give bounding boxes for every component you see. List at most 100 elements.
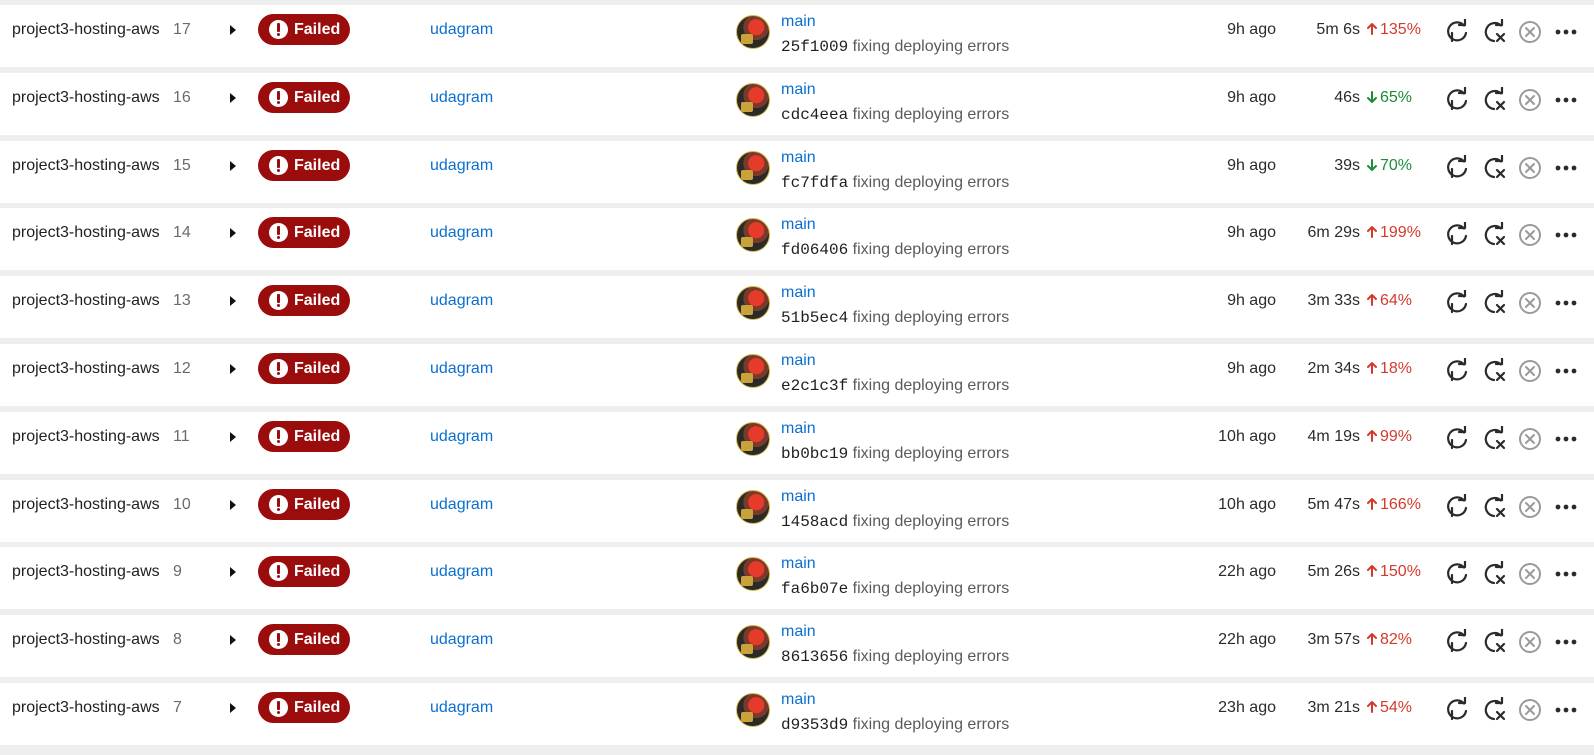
workflow-link[interactable]: udagram (430, 208, 493, 258)
workflow-link[interactable]: udagram (430, 480, 493, 530)
workflow-link[interactable]: udagram (430, 5, 493, 55)
more-icon[interactable] (1553, 561, 1579, 587)
caret-right-icon[interactable] (228, 701, 238, 715)
caret-right-icon[interactable] (228, 23, 238, 37)
pipeline-row[interactable]: project3-hosting-aws 12 Failed udagram m… (0, 344, 1594, 406)
commit-hash[interactable]: 1458acd (781, 513, 848, 531)
workflow-link[interactable]: udagram (430, 141, 493, 191)
commit-hash[interactable]: bb0bc19 (781, 445, 848, 463)
rerun-icon[interactable] (1444, 629, 1470, 655)
project-name[interactable]: project3-hosting-aws (12, 73, 160, 135)
status-badge[interactable]: Failed (258, 624, 350, 655)
caret-right-icon[interactable] (228, 226, 238, 240)
caret-right-icon[interactable] (228, 498, 238, 512)
project-name[interactable]: project3-hosting-aws (12, 683, 160, 745)
branch-link[interactable]: main (781, 81, 816, 99)
rerun-icon[interactable] (1444, 358, 1470, 384)
cancel-icon[interactable] (1517, 87, 1543, 113)
more-icon[interactable] (1553, 494, 1579, 520)
more-icon[interactable] (1553, 629, 1579, 655)
more-icon[interactable] (1553, 19, 1579, 45)
pipeline-row[interactable]: project3-hosting-aws 17 Failed udagram m… (0, 5, 1594, 67)
branch-link[interactable]: main (781, 420, 816, 438)
rerun-failed-icon[interactable] (1481, 697, 1507, 723)
rerun-failed-icon[interactable] (1481, 19, 1507, 45)
workflow-link[interactable]: udagram (430, 412, 493, 462)
project-name[interactable]: project3-hosting-aws (12, 276, 160, 338)
status-badge[interactable]: Failed (258, 14, 350, 45)
more-icon[interactable] (1553, 358, 1579, 384)
pipeline-row[interactable]: project3-hosting-aws 9 Failed udagram ma… (0, 547, 1594, 609)
rerun-failed-icon[interactable] (1481, 561, 1507, 587)
commit-hash[interactable]: e2c1c3f (781, 377, 848, 395)
rerun-icon[interactable] (1444, 19, 1470, 45)
rerun-icon[interactable] (1444, 222, 1470, 248)
caret-right-icon[interactable] (228, 362, 238, 376)
caret-right-icon[interactable] (228, 633, 238, 647)
cancel-icon[interactable] (1517, 19, 1543, 45)
more-icon[interactable] (1553, 87, 1579, 113)
commit-hash[interactable]: fa6b07e (781, 580, 848, 598)
commit-hash[interactable]: d9353d9 (781, 716, 848, 734)
status-badge[interactable]: Failed (258, 82, 350, 113)
pipeline-row[interactable]: project3-hosting-aws 11 Failed udagram m… (0, 412, 1594, 474)
cancel-icon[interactable] (1517, 561, 1543, 587)
branch-link[interactable]: main (781, 284, 816, 302)
branch-link[interactable]: main (781, 623, 816, 641)
workflow-link[interactable]: udagram (430, 683, 493, 733)
branch-link[interactable]: main (781, 13, 816, 31)
caret-right-icon[interactable] (228, 565, 238, 579)
branch-link[interactable]: main (781, 691, 816, 709)
cancel-icon[interactable] (1517, 222, 1543, 248)
cancel-icon[interactable] (1517, 426, 1543, 452)
rerun-failed-icon[interactable] (1481, 358, 1507, 384)
project-name[interactable]: project3-hosting-aws (12, 344, 160, 406)
more-icon[interactable] (1553, 222, 1579, 248)
rerun-failed-icon[interactable] (1481, 155, 1507, 181)
workflow-link[interactable]: udagram (430, 276, 493, 326)
cancel-icon[interactable] (1517, 358, 1543, 384)
commit-hash[interactable]: fd06406 (781, 241, 848, 259)
rerun-icon[interactable] (1444, 290, 1470, 316)
status-badge[interactable]: Failed (258, 217, 350, 248)
commit-hash[interactable]: 25f1009 (781, 38, 848, 56)
caret-right-icon[interactable] (228, 159, 238, 173)
caret-right-icon[interactable] (228, 91, 238, 105)
cancel-icon[interactable] (1517, 494, 1543, 520)
rerun-icon[interactable] (1444, 155, 1470, 181)
project-name[interactable]: project3-hosting-aws (12, 615, 160, 677)
rerun-failed-icon[interactable] (1481, 426, 1507, 452)
caret-right-icon[interactable] (228, 294, 238, 308)
project-name[interactable]: project3-hosting-aws (12, 141, 160, 203)
pipeline-row[interactable]: project3-hosting-aws 13 Failed udagram m… (0, 276, 1594, 338)
workflow-link[interactable]: udagram (430, 547, 493, 597)
branch-link[interactable]: main (781, 216, 816, 234)
caret-right-icon[interactable] (228, 430, 238, 444)
status-badge[interactable]: Failed (258, 421, 350, 452)
rerun-failed-icon[interactable] (1481, 629, 1507, 655)
status-badge[interactable]: Failed (258, 353, 350, 384)
status-badge[interactable]: Failed (258, 285, 350, 316)
status-badge[interactable]: Failed (258, 692, 350, 723)
pipeline-row[interactable]: project3-hosting-aws 15 Failed udagram m… (0, 141, 1594, 203)
status-badge[interactable]: Failed (258, 150, 350, 181)
rerun-failed-icon[interactable] (1481, 290, 1507, 316)
more-icon[interactable] (1553, 155, 1579, 181)
rerun-failed-icon[interactable] (1481, 494, 1507, 520)
rerun-icon[interactable] (1444, 697, 1470, 723)
commit-hash[interactable]: 51b5ec4 (781, 309, 848, 327)
project-name[interactable]: project3-hosting-aws (12, 480, 160, 542)
pipeline-row[interactable]: project3-hosting-aws 7 Failed udagram ma… (0, 683, 1594, 745)
branch-link[interactable]: main (781, 352, 816, 370)
cancel-icon[interactable] (1517, 290, 1543, 316)
status-badge[interactable]: Failed (258, 556, 350, 587)
branch-link[interactable]: main (781, 488, 816, 506)
commit-hash[interactable]: cdc4eea (781, 106, 848, 124)
rerun-failed-icon[interactable] (1481, 87, 1507, 113)
cancel-icon[interactable] (1517, 155, 1543, 181)
cancel-icon[interactable] (1517, 697, 1543, 723)
pipeline-row[interactable]: project3-hosting-aws 16 Failed udagram m… (0, 73, 1594, 135)
workflow-link[interactable]: udagram (430, 73, 493, 123)
rerun-icon[interactable] (1444, 561, 1470, 587)
project-name[interactable]: project3-hosting-aws (12, 412, 160, 474)
